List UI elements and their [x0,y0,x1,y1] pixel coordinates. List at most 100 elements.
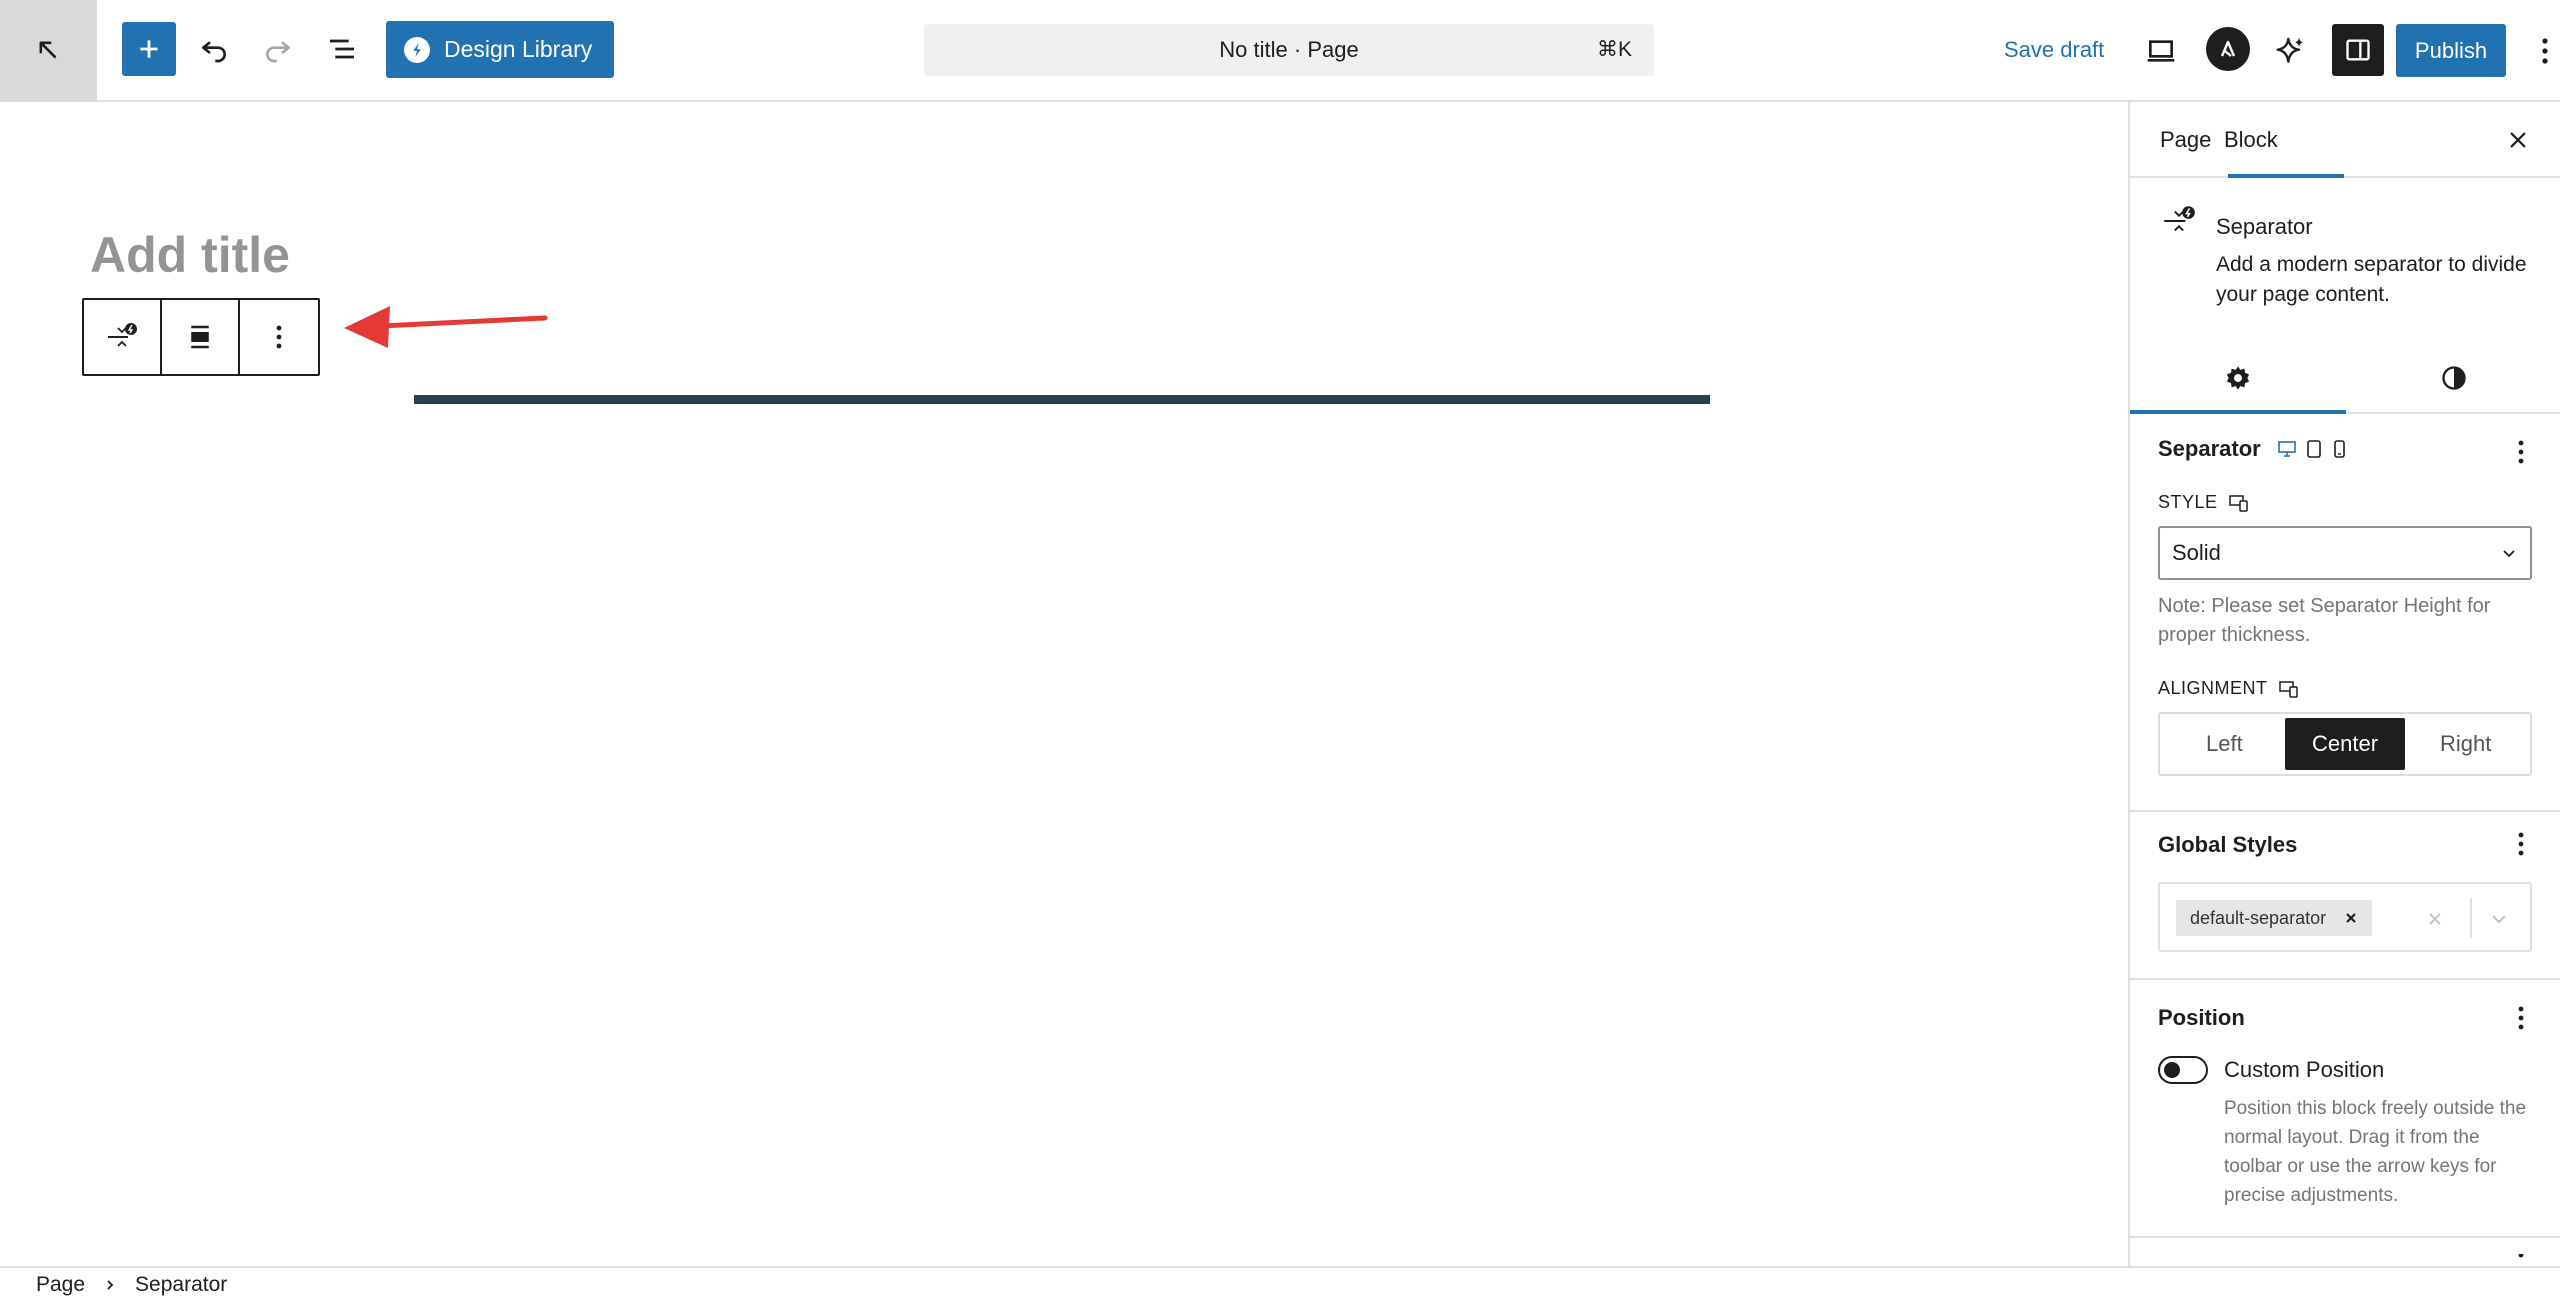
document-overview-button[interactable] [318,22,366,76]
section-divider [2130,810,2560,812]
block-card: Separator Add a modern separator to divi… [2130,180,2560,310]
clear-selection-button[interactable] [2420,904,2450,934]
ai-assistant-button[interactable] [2266,26,2316,76]
mobile-icon[interactable] [2331,439,2347,459]
tablet-icon[interactable] [2305,439,2323,459]
global-styles-title[interactable]: Global Styles [2158,832,2297,858]
global-styles-select[interactable]: default-separator [2158,882,2532,952]
more-vertical-icon [2518,1006,2524,1030]
redo-icon [266,41,290,63]
custom-position-help: Position this block freely outside the n… [2224,1098,2527,1206]
breadcrumb-page[interactable]: Page [36,1273,85,1297]
stackable-logo-icon [404,36,430,63]
design-library-button[interactable]: Design Library [386,21,614,78]
align-left-button[interactable]: Left [2164,718,2285,770]
separator-block-icon [2164,206,2195,232]
tab-block[interactable]: Block [2224,102,2278,178]
close-sidebar-button[interactable] [2500,122,2536,158]
position-title[interactable]: Position [2158,1005,2245,1031]
astra-settings-button[interactable] [2206,27,2250,71]
command-palette-bar[interactable]: No title · Page ⌘K [924,24,1654,76]
sparkles-icon [2276,37,2303,63]
block-breadcrumb: Page Separator [0,1266,2560,1302]
gear-icon [2226,366,2250,390]
alignment-button-group: Left Center Right [2158,712,2532,776]
active-tab-indicator [2228,174,2344,178]
global-style-tag-label: default-separator [2190,908,2327,928]
style-label-text: STYLE [2158,492,2218,512]
more-vertical-icon [2518,440,2524,464]
global-style-tag: default-separator [2176,900,2373,936]
toggle-knob [2164,1062,2180,1078]
undo-icon [202,41,226,63]
block-type-switcher[interactable] [84,300,162,374]
laptop-icon [2147,40,2175,62]
more-vertical-icon [2518,832,2524,856]
device-switcher [2277,439,2347,459]
list-view-icon [330,39,354,59]
editor-canvas: Add title [0,102,2128,1266]
block-toolbar [82,298,320,376]
block-inserter-button[interactable] [122,22,176,76]
options-menu-button[interactable] [2530,26,2560,76]
position-options-button[interactable] [2506,998,2536,1038]
separator-height-note: Note: Please set Separator Height for pr… [2158,595,2491,646]
style-select[interactable]: Solid [2158,526,2532,580]
align-right-button[interactable]: Right [2405,718,2526,770]
separator-block-icon [108,323,137,347]
tab-page[interactable]: Page [2160,102,2211,178]
global-styles-options-button[interactable] [2506,824,2536,864]
redo-button[interactable] [254,22,302,76]
next-section-options-button[interactable] [2506,1254,2536,1266]
contrast-icon [2442,366,2466,390]
tab-settings[interactable] [2130,342,2346,414]
separator-block[interactable] [414,395,1710,404]
close-icon [2510,132,2526,148]
close-icon [2429,913,2441,925]
select-separator [2470,898,2472,938]
align-center-button[interactable]: Center [2284,718,2406,770]
align-button[interactable] [162,300,240,374]
more-vertical-icon [2542,38,2548,64]
custom-position-toggle[interactable] [2158,1056,2208,1084]
preview-button[interactable] [2136,26,2186,76]
section-divider [2130,978,2560,980]
separator-section-header[interactable]: Separator [2158,436,2347,462]
document-title: No title · Page [1219,37,1359,62]
desktop-icon[interactable] [2277,439,2297,459]
chevron-down-icon [2503,550,2515,558]
back-to-dashboard-button[interactable] [0,0,97,102]
style-select-value: Solid [2172,540,2221,565]
breadcrumb-separator[interactable]: Separator [135,1273,227,1297]
responsive-icon[interactable] [2278,679,2300,699]
undo-button[interactable] [190,22,238,76]
arrow-up-left-icon [39,41,56,59]
custom-position-label: Custom Position [2224,1057,2385,1082]
astra-logo-icon [2220,40,2236,57]
post-title-input[interactable]: Add title [90,226,290,284]
block-card-description: Add a modern separator to divide your pa… [2216,253,2527,306]
responsive-icon[interactable] [2228,493,2250,513]
alignment-control-label: ALIGNMENT [2158,678,2300,699]
separator-section-options-button[interactable] [2506,432,2536,472]
red-annotation-arrow-icon [344,306,548,348]
design-library-label: Design Library [444,36,593,62]
remove-tag-icon[interactable] [2344,911,2358,925]
save-draft-button[interactable]: Save draft [2004,30,2104,70]
block-options-button[interactable] [240,300,318,374]
separator-section-title: Separator [2158,436,2261,461]
publish-button[interactable]: Publish [2396,24,2506,77]
alignment-label-text: ALIGNMENT [2158,678,2268,698]
editor-header: Design Library No title · Page ⌘K Save d… [0,0,2560,102]
sidebar-icon [2346,39,2370,61]
settings-toggle-button[interactable] [2332,24,2384,76]
block-card-title: Separator [2216,214,2313,239]
section-divider [2130,1236,2560,1238]
more-vertical-icon [2518,1254,2524,1258]
settings-sidebar: Page Block Separator Add a modern separa… [2128,102,2560,1266]
inspector-tabs [2130,342,2560,414]
more-vertical-icon [276,325,282,349]
global-styles-dropdown-button[interactable] [2482,904,2516,934]
align-full-icon [191,325,209,349]
tab-styles[interactable] [2346,342,2560,414]
